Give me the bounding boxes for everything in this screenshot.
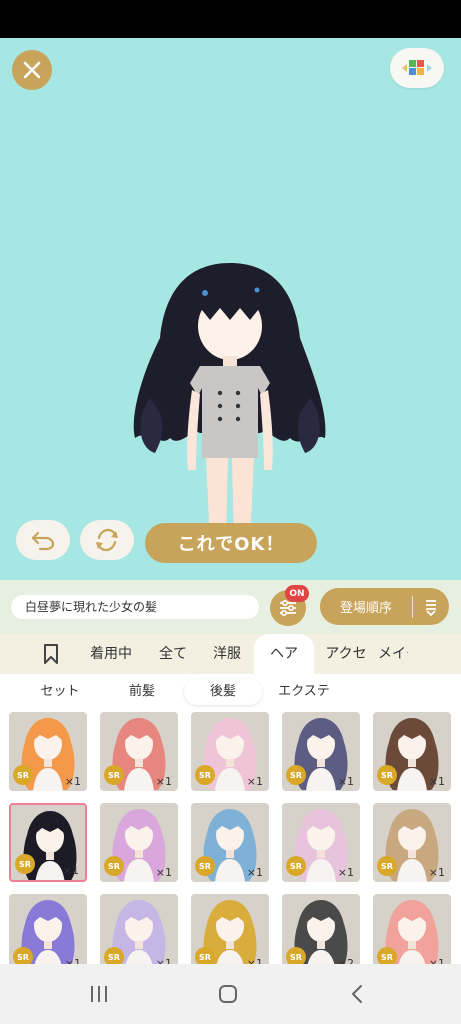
hair-item-card[interactable]: SR ×1	[100, 894, 178, 964]
back-icon[interactable]	[342, 982, 372, 1006]
undo-icon	[31, 531, 55, 551]
item-count: ×1	[155, 775, 172, 788]
bookmark-icon	[44, 644, 58, 664]
item-count: ×2	[337, 957, 354, 964]
filter-on-badge: ON	[285, 585, 309, 602]
bookmark-tab[interactable]	[26, 634, 76, 674]
hair-item-card[interactable]: SR ×1	[373, 894, 451, 964]
confirm-ok-button[interactable]: これでOK！	[145, 523, 317, 563]
tab-accessories[interactable]: アクセ	[314, 634, 378, 674]
rarity-badge: SR	[377, 856, 397, 876]
rarity-badge: SR	[286, 765, 306, 785]
category-tabs: 着用中 全て 洋服 ヘア アクセ メイク	[0, 634, 461, 674]
rarity-badge: SR	[286, 947, 306, 964]
hair-item-card[interactable]: SR ×1	[191, 712, 269, 791]
item-count: ×1	[246, 866, 263, 879]
recent-apps-icon[interactable]	[84, 982, 114, 1006]
item-grid: SR ×1 SR ×1 SR ×1 SR ×1 SR ×1 SR ×1 SR ×1 SR ×1 SR ×1 SR ×1…	[0, 708, 461, 964]
item-name-bar: 白昼夢に現れた少女の髪 登場順序	[0, 580, 461, 634]
rarity-badge: SR	[286, 856, 306, 876]
hair-item-card[interactable]: SR ×1	[9, 894, 87, 964]
hair-subtabs: セット 前髪 後髪 エクステ	[0, 674, 461, 708]
layout-grid-icon	[402, 60, 432, 75]
hair-item-card[interactable]: SR ×2	[282, 894, 360, 964]
status-bar	[0, 0, 461, 38]
hair-item-card[interactable]: SR ×1	[191, 894, 269, 964]
hair-item-card[interactable]: SR ×1	[9, 712, 87, 791]
avatar-stage: これでOK！	[0, 38, 461, 580]
hair-item-card[interactable]: SR ×1	[191, 803, 269, 882]
item-count: ×1	[337, 866, 354, 879]
subtab-extensions[interactable]: エクステ	[266, 679, 342, 705]
sort-order-button[interactable]: 登場順序	[320, 588, 449, 625]
rarity-badge: SR	[377, 765, 397, 785]
home-icon[interactable]	[213, 982, 243, 1006]
sort-order-label: 登場順序	[339, 601, 392, 616]
system-navigation-bar	[0, 964, 461, 1024]
tab-wearing[interactable]: 着用中	[76, 634, 146, 674]
rarity-badge: SR	[377, 947, 397, 964]
sort-order-icon[interactable]	[413, 598, 449, 616]
random-refresh-icon	[96, 528, 118, 552]
layout-button[interactable]	[390, 48, 444, 88]
item-count: ×1	[155, 866, 172, 879]
hair-item-card[interactable]: SR ×1	[9, 803, 87, 882]
random-button[interactable]	[80, 520, 134, 560]
hair-item-card[interactable]: SR ×1	[100, 712, 178, 791]
close-button[interactable]	[12, 50, 52, 90]
rarity-badge: SR	[13, 765, 33, 785]
undo-button[interactable]	[16, 520, 70, 560]
item-count: ×1	[428, 866, 445, 879]
item-count: ×1	[155, 957, 172, 964]
rarity-badge: SR	[195, 765, 215, 785]
item-name-label: 白昼夢に現れた少女の髪	[11, 595, 259, 619]
subtab-back-hair[interactable]: 後髪	[184, 679, 262, 705]
avatar-character	[133, 263, 326, 553]
rarity-badge: SR	[104, 765, 124, 785]
hair-item-card[interactable]: SR ×1	[100, 803, 178, 882]
item-count: ×1	[246, 957, 263, 964]
tab-all[interactable]: 全て	[146, 634, 200, 674]
item-count: ×1	[428, 775, 445, 788]
item-count: ×1	[337, 775, 354, 788]
item-count: ×1	[64, 775, 81, 788]
item-count: ×1	[428, 957, 445, 964]
rarity-badge: SR	[15, 854, 35, 874]
subtab-front-hair[interactable]: 前髪	[104, 679, 180, 705]
rarity-badge: SR	[104, 856, 124, 876]
tab-makeup[interactable]: メイク	[378, 634, 408, 674]
rarity-badge: SR	[195, 947, 215, 964]
hair-item-card[interactable]: SR ×1	[282, 803, 360, 882]
hair-item-card[interactable]: SR ×1	[373, 803, 451, 882]
rarity-badge: SR	[195, 856, 215, 876]
tab-clothes[interactable]: 洋服	[200, 634, 254, 674]
close-icon	[23, 61, 41, 79]
subtab-set[interactable]: セット	[22, 679, 98, 705]
item-count: ×1	[64, 957, 81, 964]
hair-item-card[interactable]: SR ×1	[373, 712, 451, 791]
hair-item-card[interactable]: SR ×1	[282, 712, 360, 791]
item-count: ×1	[62, 864, 79, 877]
item-count: ×1	[246, 775, 263, 788]
rarity-badge: SR	[104, 947, 124, 964]
tab-hair[interactable]: ヘア	[254, 634, 314, 674]
rarity-badge: SR	[13, 947, 33, 964]
